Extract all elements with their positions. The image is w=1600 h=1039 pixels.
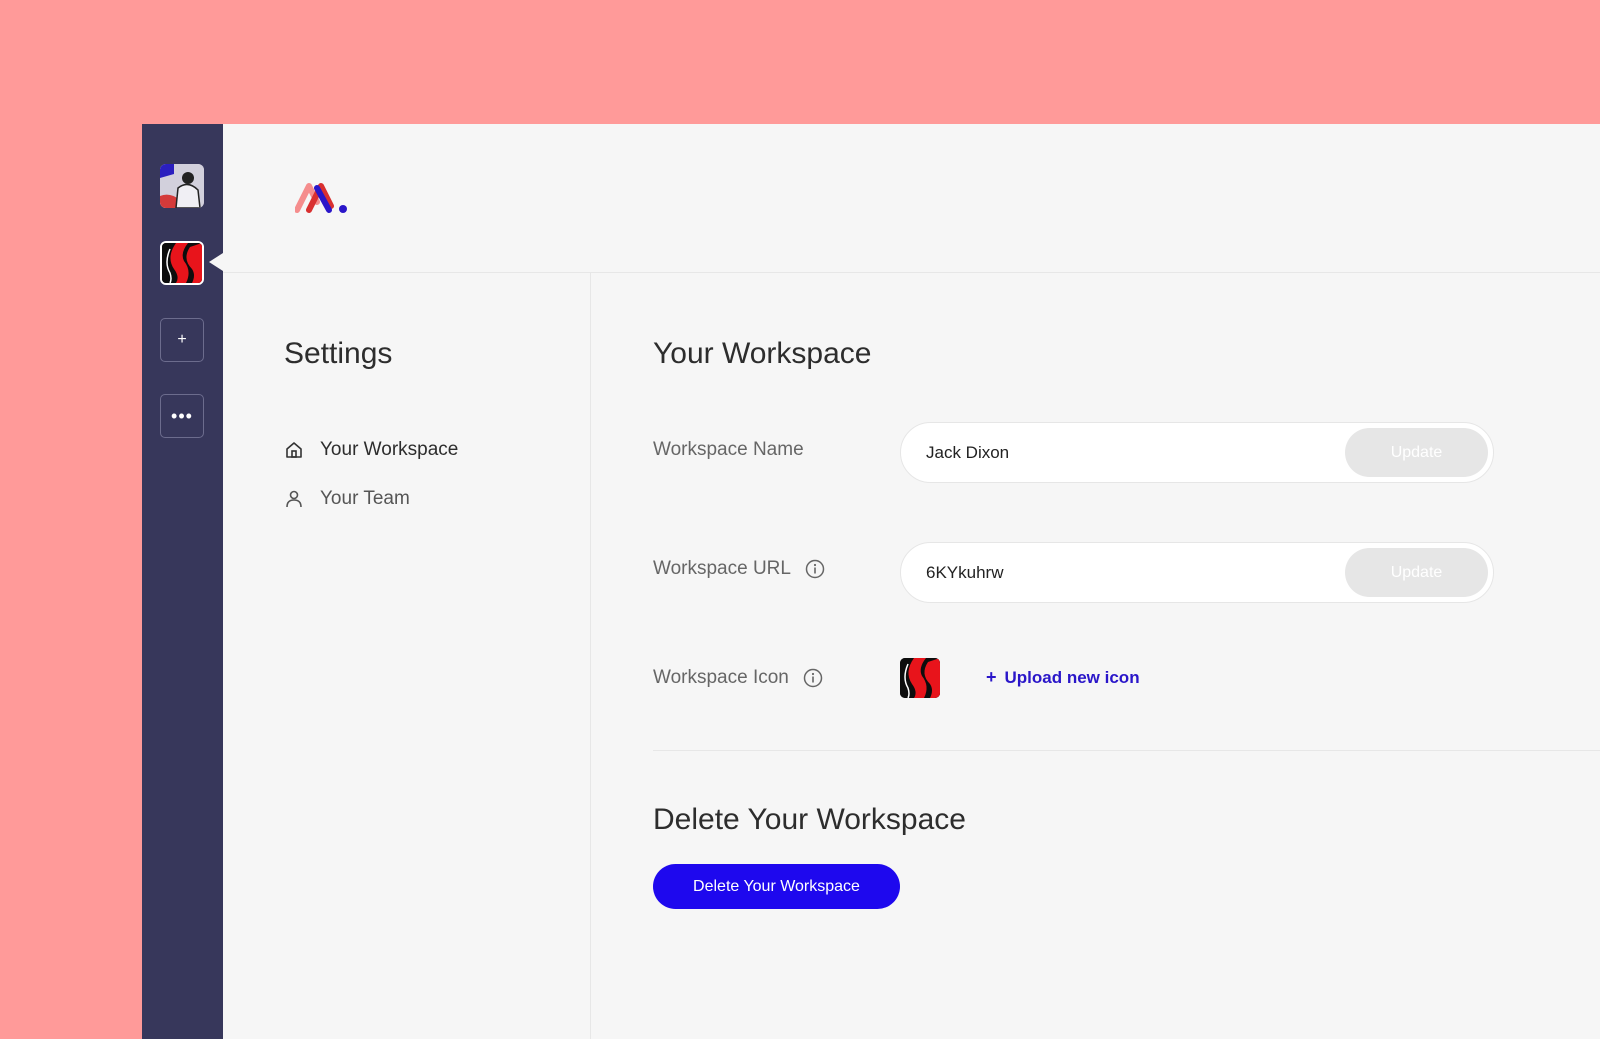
workspace-url-input[interactable] [901,562,1345,583]
upload-new-icon-label: Upload new icon [1004,667,1140,687]
nav-item-your-team[interactable]: Your Team [284,488,410,510]
home-icon [286,442,302,458]
update-url-button[interactable]: Update [1345,548,1488,597]
workspace-avatar-image [162,243,202,283]
user-icon [286,490,302,508]
settings-app: Settings Your Workspace Your Team Your W… [223,124,1600,1039]
workspace-url-field: Update [900,542,1494,603]
workspace-name-input[interactable] [901,442,1345,463]
workspace-name-field: Update [900,422,1494,483]
nav-item-your-workspace[interactable]: Your Workspace [284,439,458,461]
delete-section-title: Delete Your Workspace [653,803,966,836]
workspace-name-label-text: Workspace Name [653,439,804,460]
workspace-name-label: Workspace Name [653,439,804,461]
update-name-button[interactable]: Update [1345,428,1488,477]
workspace-url-label-text: Workspace URL [653,558,791,579]
workspace-avatar-1[interactable] [160,164,204,208]
delete-workspace-button[interactable]: Delete Your Workspace [653,864,900,909]
add-workspace-button[interactable]: + [160,318,204,362]
plus-icon: + [986,667,997,687]
nav-item-label: Your Workspace [320,439,459,460]
workspace-settings-panel: Your Workspace Workspace Name Update Wor… [591,273,1600,1039]
upload-new-icon-link[interactable]: + Upload new icon [986,667,1140,688]
brand-logo-icon [295,183,347,213]
workspace-icon-label: Workspace Icon [653,667,823,689]
nav-item-label: Your Team [320,488,410,509]
workspace-avatar-image [160,164,204,208]
info-icon[interactable] [805,559,825,579]
more-options-button[interactable]: ••• [160,394,204,438]
workspace-section-title: Your Workspace [653,337,872,370]
workspace-avatar-2[interactable] [160,241,204,285]
settings-title: Settings [284,337,393,370]
workspace-icon-preview [900,658,940,698]
workspace-icon-label-text: Workspace Icon [653,667,789,688]
info-icon[interactable] [803,668,823,688]
active-workspace-pointer [209,253,223,271]
top-bar [223,124,1600,273]
section-divider [653,750,1600,751]
workspace-icon-image [900,658,940,698]
settings-sidebar: Settings Your Workspace Your Team [223,273,591,1039]
workspace-url-label: Workspace URL [653,558,825,580]
